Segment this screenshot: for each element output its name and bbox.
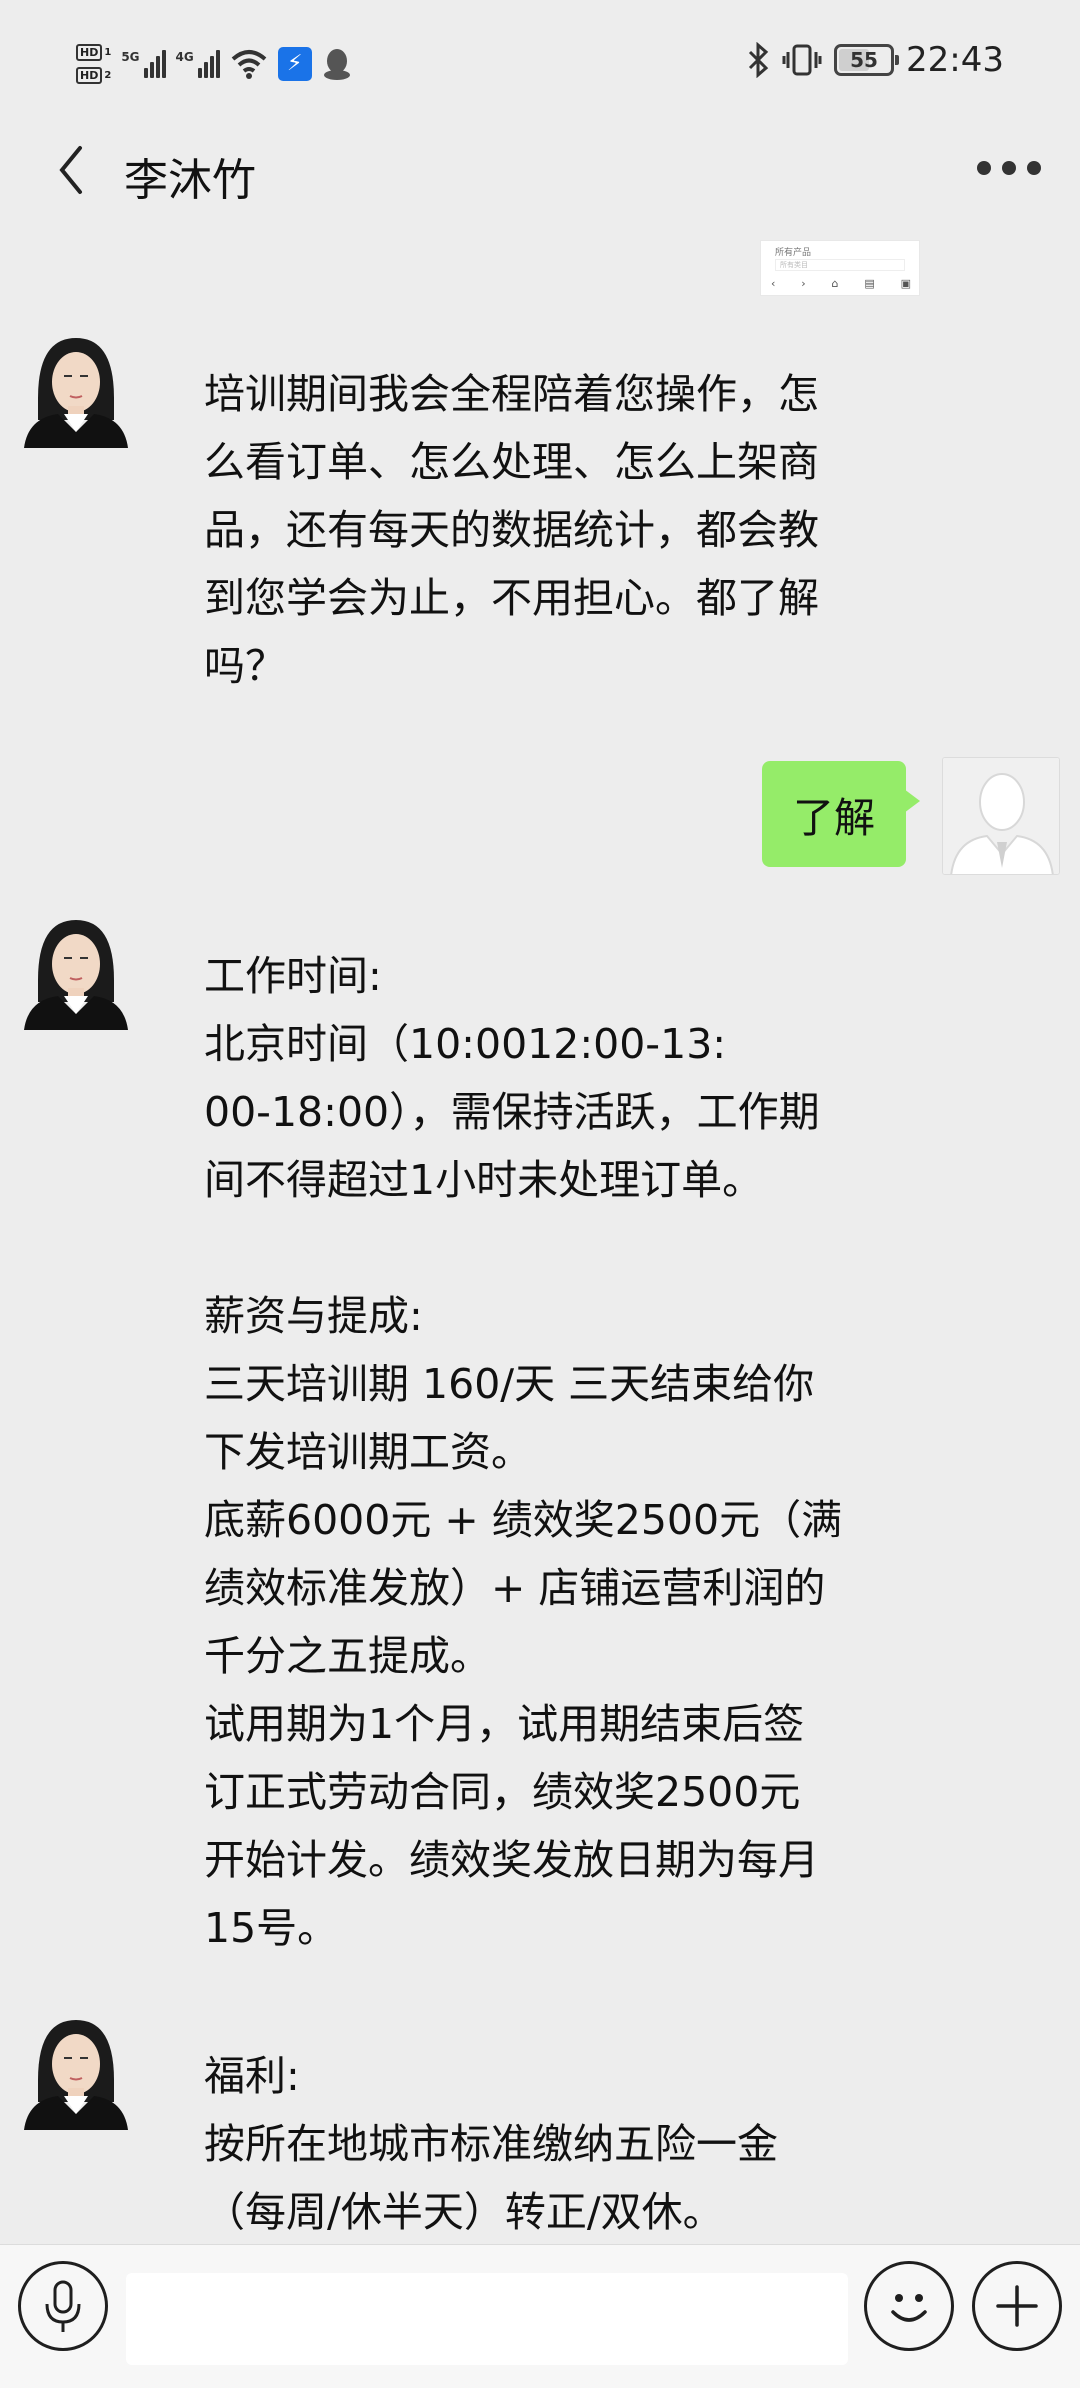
sim1-hd-icon: HD 1 <box>76 44 111 61</box>
signal-4g-icon: 4G <box>176 50 220 78</box>
status-bar: HD 1 HD 2 5G 4G ⚡ 55 22:43 <box>0 0 1080 130</box>
chat-message-list[interactable]: 所有产品 所有类目 ‹ › ⌂ ▤ ▣ 培训期间我会全程陪着您操作，怎 么看订单… <box>0 210 1080 2244</box>
image-message-thumbnail[interactable]: 所有产品 所有类目 ‹ › ⌂ ▤ ▣ <box>760 240 920 296</box>
battery-indicator: 55 <box>834 44 900 76</box>
status-time: 22:43 <box>906 40 1004 80</box>
signal-5g-icon: 5G <box>121 50 166 78</box>
vibrate-icon <box>782 44 822 76</box>
sim2-hd-icon: HD 2 <box>76 67 111 84</box>
voice-input-button[interactable] <box>18 2261 108 2351</box>
thumbnail-title: 所有产品 <box>775 248 812 258</box>
incoming-message-text[interactable]: 福利: 按所在地城市标准缴纳五险一金 （每周/休半天）转正/双休。 <box>204 2042 778 2244</box>
outgoing-message-bubble[interactable]: 了解 <box>762 761 920 867</box>
contact-name: 李沐竹 <box>124 155 256 206</box>
thumbnail-search: 所有类目 <box>775 259 905 271</box>
contact-avatar[interactable] <box>20 910 132 1030</box>
back-arrow-icon[interactable] <box>52 140 92 200</box>
message-input[interactable] <box>126 2273 848 2365</box>
more-functions-button[interactable] <box>972 2261 1062 2351</box>
app-notification-icon: ⚡ <box>277 47 312 81</box>
contact-avatar[interactable] <box>20 328 132 448</box>
status-left: HD 1 HD 2 5G 4G ⚡ <box>76 34 352 94</box>
emoji-button[interactable] <box>864 2261 954 2351</box>
contact-avatar[interactable] <box>20 2010 132 2130</box>
plus-icon <box>996 2285 1038 2327</box>
thumbnail-tabs-icon: ▣ <box>900 277 911 290</box>
incoming-message-text[interactable]: 培训期间我会全程陪着您操作，怎 么看订单、怎么处理、怎么上架商 品，还有每天的数… <box>204 360 819 700</box>
bluetooth-icon <box>748 42 769 78</box>
dual-sim-indicator: HD 1 HD 2 <box>76 44 111 84</box>
chat-input-bar <box>0 2244 1080 2388</box>
thumbnail-menu-icon: ▤ <box>864 277 875 290</box>
outgoing-message-text: 了解 <box>793 794 875 842</box>
status-right: 55 22:43 <box>746 40 1004 80</box>
incoming-message-text[interactable]: 工作时间: 北京时间（10:0012:00-13: 00-18:00），需保持活… <box>204 942 842 1962</box>
smiley-icon <box>891 2294 927 2322</box>
my-avatar[interactable] <box>942 757 1060 875</box>
thumbnail-home-icon: ⌂ <box>831 277 839 290</box>
more-options-icon[interactable] <box>976 158 1042 178</box>
thumbnail-back-icon: ‹ <box>771 277 776 290</box>
chat-header: 李沐竹 <box>0 130 1080 210</box>
microphone-icon <box>45 2280 81 2332</box>
thumbnail-forward-icon: › <box>801 277 806 290</box>
wifi-icon <box>231 50 267 79</box>
thumbnail-toolbar: ‹ › ⌂ ▤ ▣ <box>771 277 911 290</box>
qq-penguin-icon <box>323 49 350 80</box>
